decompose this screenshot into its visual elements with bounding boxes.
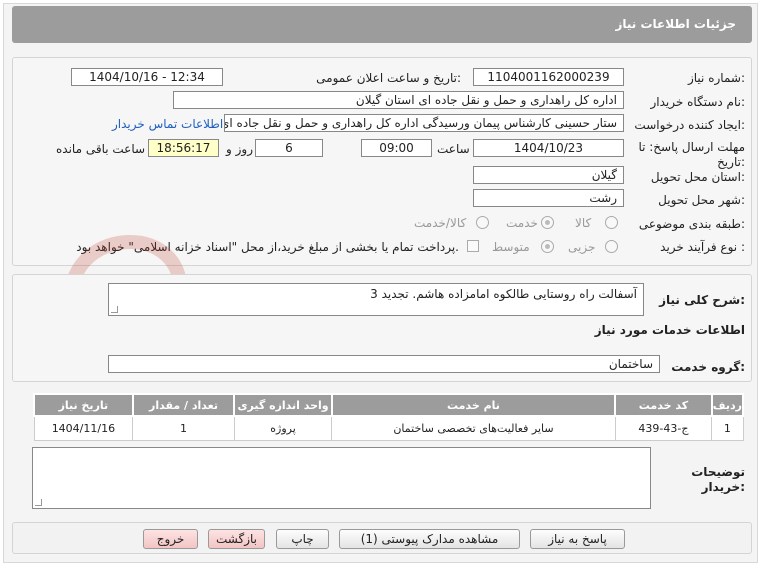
col-unit: واحد اندازه گیری (233, 393, 333, 417)
city-label: شهر محل تحویل: (658, 193, 745, 207)
requester-label: ایجاد کننده درخواست: (634, 118, 745, 132)
buyer-org-field: اداره کل راهداری و حمل و نقل جاده ای است… (173, 91, 624, 109)
view-attachments-button[interactable]: مشاهده مدارک پیوستی (1) (339, 529, 520, 549)
table-row: 1 ج-43-439 سایر فعالیت‌های تخصصی ساختمان… (33, 415, 744, 441)
service-group-label: گروه خدمت: (671, 360, 745, 374)
buyer-notes-field[interactable] (32, 447, 651, 509)
process-radio-minor[interactable] (605, 240, 618, 253)
row-index: 1 (711, 415, 744, 441)
days-label: روز و (226, 142, 253, 156)
category-radio-service[interactable] (541, 216, 554, 229)
back-button[interactable]: بازگشت (208, 529, 265, 549)
services-table-header: ردیف کد خدمت نام خدمت واحد اندازه گیری ت… (33, 393, 745, 417)
announce-date-label: تاریخ و ساعت اعلان عمومی: (316, 71, 461, 85)
col-quantity: تعداد / مقدار (131, 393, 236, 417)
col-service-code: کد خدمت (614, 393, 713, 417)
col-service-name: نام خدمت (330, 393, 617, 417)
buyer-notes-label-2: خریدار: (701, 480, 745, 494)
process-radio-medium[interactable] (541, 240, 554, 253)
row-unit: پروژه (233, 415, 333, 441)
remaining-time-field: 18:56:17 (148, 139, 219, 157)
need-number-field: 1104001162000239 (473, 68, 624, 86)
treasury-payment-checkbox[interactable] (467, 240, 479, 252)
need-description-field[interactable]: آسفالت راه روستایی طالکوه امامزاده هاشم.… (108, 283, 644, 316)
need-description-label: شرح کلی نیاز: (659, 293, 745, 307)
print-button[interactable]: چاپ (276, 529, 329, 549)
col-row-index: ردیف (710, 393, 745, 417)
buyer-notes-label: توضیحات (691, 465, 745, 479)
process-option-minor: جزیی (568, 240, 596, 254)
requester-field: ستار حسینی کارشناس پیمان ورسیدگی اداره ک… (224, 114, 624, 132)
services-table: ردیف کد خدمت نام خدمت واحد اندازه گیری ت… (33, 393, 745, 441)
notes-resize-handle[interactable] (35, 499, 42, 506)
page-title: جزئیات اطلاعات نیاز (615, 17, 736, 31)
reply-button[interactable]: پاسخ به نیاز (530, 529, 625, 549)
buyer-contact-link[interactable]: اطلاعات تماس خریدار (112, 117, 223, 131)
deadline-date-field: 1404/10/23 (473, 139, 624, 157)
description-resize-handle[interactable] (111, 306, 118, 313)
need-number-label: شماره نیاز: (687, 71, 745, 85)
services-section-title: اطلاعات خدمات مورد نیاز (594, 323, 745, 337)
category-label: طبقه بندی موضوعی: (638, 217, 745, 231)
treasury-payment-note: پرداخت تمام یا بخشی از مبلغ خرید،از محل … (76, 240, 459, 254)
city-field: رشت (473, 189, 624, 207)
announce-date-field: 1404/10/16 - 12:34 (71, 68, 223, 86)
category-option-service: خدمت (506, 216, 538, 230)
row-quantity: 1 (132, 415, 235, 441)
need-info-panel (12, 57, 752, 266)
province-label: استان محل تحویل: (650, 170, 745, 184)
process-type-label: نوع فرآیند خرید : (660, 240, 745, 254)
deadline-time-label: ساعت (437, 142, 470, 156)
category-radio-goods[interactable] (605, 216, 618, 229)
deadline-time-field: 09:00 (361, 139, 432, 157)
col-need-date: تاریخ نیاز (33, 393, 134, 417)
category-option-goods-service: کالا/خدمت (414, 216, 467, 230)
exit-button[interactable]: خروج (143, 529, 198, 549)
category-radio-goods-service[interactable] (476, 216, 489, 229)
deadline-label: مهلت ارسال پاسخ: تا (638, 140, 745, 154)
service-group-field: ساختمان (108, 355, 660, 373)
buyer-org-label: نام دستگاه خریدار: (650, 95, 746, 109)
process-option-medium: متوسط (492, 240, 530, 254)
row-service-name: سایر فعالیت‌های تخصصی ساختمان (331, 415, 616, 441)
category-option-goods: کالا (575, 216, 592, 230)
province-field: گیلان (473, 166, 624, 184)
deadline-label-date: تاریخ: (717, 155, 745, 169)
row-service-code: ج-43-439 (614, 415, 713, 441)
row-need-date: 1404/11/16 (33, 415, 134, 441)
days-remaining-field: 6 (255, 139, 323, 157)
header-bar: جزئیات اطلاعات نیاز (12, 6, 752, 43)
remaining-time-label: ساعت باقی مانده (56, 142, 146, 156)
